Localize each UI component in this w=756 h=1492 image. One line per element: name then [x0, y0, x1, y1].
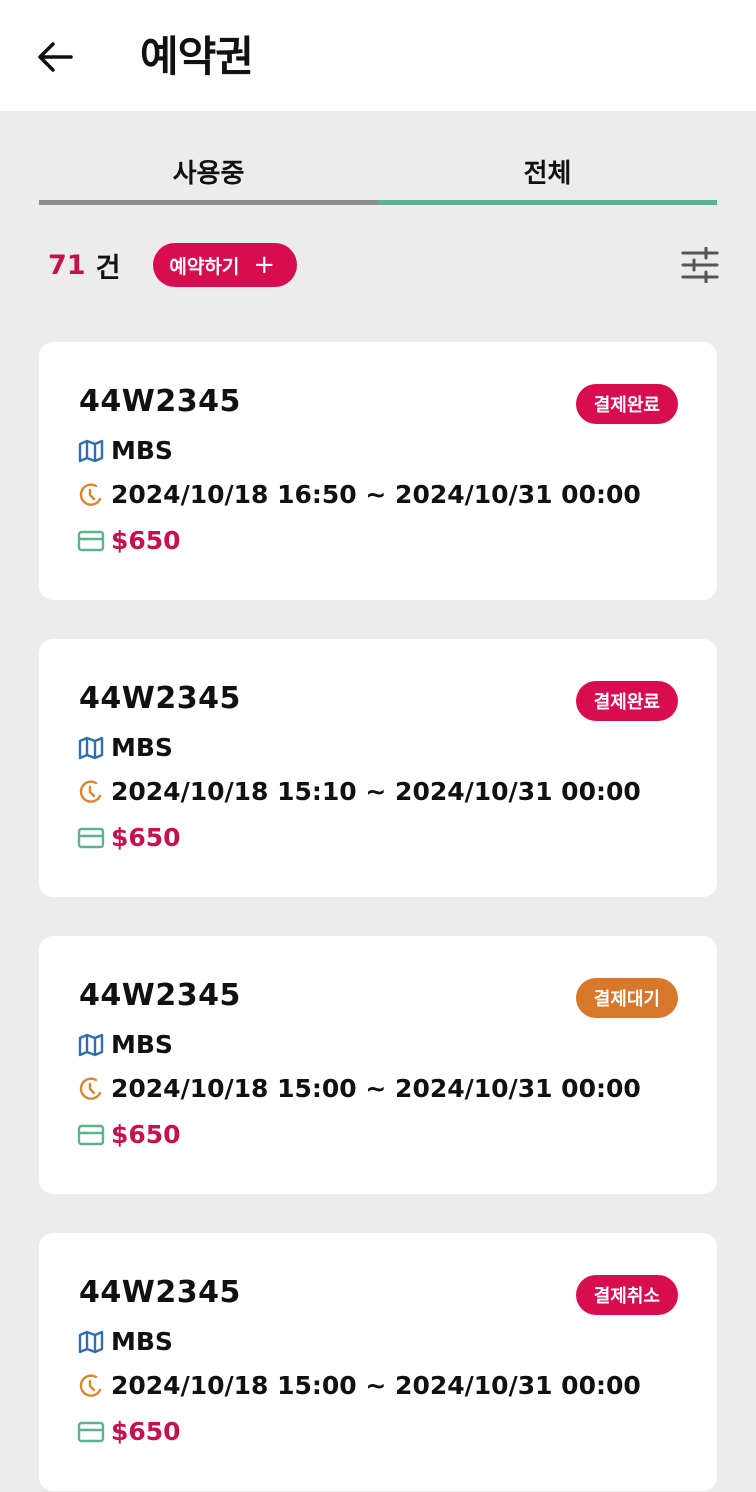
period-row: 2024/10/18 15:10 ~ 2024/10/31 00:00: [77, 777, 641, 806]
credit-card-icon: [77, 1121, 105, 1149]
reservation-card[interactable]: 44W2345 결제완료 MBS 2024/10/18 16:50 ~ 2024…: [39, 342, 717, 600]
price-text: $650: [111, 823, 181, 852]
reservation-count: 71: [48, 249, 86, 281]
reserve-button[interactable]: 예약하기 +: [153, 243, 298, 287]
location-row: MBS: [77, 1327, 173, 1356]
location-text: MBS: [111, 733, 173, 762]
summary-row: 71 건 예약하기 +: [48, 243, 298, 287]
status-badge: 결제완료: [575, 384, 678, 424]
clock-icon: [77, 481, 105, 509]
page-title: 예약권: [140, 32, 254, 81]
tab-all-indicator: [378, 200, 717, 205]
price-text: $650: [111, 526, 181, 555]
credit-card-icon: [77, 527, 105, 555]
clock-icon: [77, 1075, 105, 1103]
price-text: $650: [111, 1120, 181, 1149]
period-text: 2024/10/18 15:00 ~ 2024/10/31 00:00: [111, 1371, 641, 1400]
tab-all-label: 전체: [523, 159, 572, 189]
period-row: 2024/10/18 15:00 ~ 2024/10/31 00:00: [77, 1074, 641, 1103]
reservation-count-unit: 건: [95, 252, 121, 284]
plate-number: 44W2345: [79, 384, 241, 419]
map-icon: [77, 734, 105, 762]
status-badge: 결제대기: [575, 978, 678, 1018]
location-text: MBS: [111, 1030, 173, 1059]
price-text: $650: [111, 1417, 181, 1446]
period-row: 2024/10/18 15:00 ~ 2024/10/31 00:00: [77, 1371, 641, 1400]
period-text: 2024/10/18 16:50 ~ 2024/10/31 00:00: [111, 480, 641, 509]
plate-number: 44W2345: [79, 978, 241, 1013]
map-icon: [77, 437, 105, 465]
map-icon: [77, 1328, 105, 1356]
sliders-icon: [681, 247, 719, 283]
app-header: 예약권: [0, 0, 756, 111]
clock-icon: [77, 1372, 105, 1400]
filter-button[interactable]: [676, 242, 724, 288]
price-row: $650: [77, 1120, 181, 1149]
tab-all[interactable]: 전체: [378, 150, 717, 205]
tab-in-use-label: 사용중: [172, 159, 245, 189]
location-row: MBS: [77, 436, 173, 465]
reservation-card[interactable]: 44W2345 결제대기 MBS 2024/10/18 15:00 ~ 2024…: [39, 936, 717, 1194]
reservation-card[interactable]: 44W2345 결제취소 MBS 2024/10/18 15:00 ~ 2024…: [39, 1233, 717, 1491]
price-row: $650: [77, 823, 181, 852]
price-row: $650: [77, 526, 181, 555]
location-text: MBS: [111, 436, 173, 465]
back-button[interactable]: [30, 34, 80, 80]
credit-card-icon: [77, 1418, 105, 1446]
period-text: 2024/10/18 15:00 ~ 2024/10/31 00:00: [111, 1074, 641, 1103]
plate-number: 44W2345: [79, 1275, 241, 1310]
location-text: MBS: [111, 1327, 173, 1356]
period-text: 2024/10/18 15:10 ~ 2024/10/31 00:00: [111, 777, 641, 806]
plus-icon: +: [253, 250, 276, 280]
credit-card-icon: [77, 824, 105, 852]
tab-in-use[interactable]: 사용중: [39, 150, 378, 205]
tab-in-use-indicator: [39, 200, 378, 205]
status-badge: 결제취소: [575, 1275, 678, 1315]
arrow-left-icon: [38, 42, 73, 72]
plate-number: 44W2345: [79, 681, 241, 716]
reservation-card[interactable]: 44W2345 결제완료 MBS 2024/10/18 15:10 ~ 2024…: [39, 639, 717, 897]
location-row: MBS: [77, 733, 173, 762]
period-row: 2024/10/18 16:50 ~ 2024/10/31 00:00: [77, 480, 641, 509]
status-badge: 결제완료: [575, 681, 678, 721]
tab-bar: 사용중 전체: [39, 150, 717, 205]
location-row: MBS: [77, 1030, 173, 1059]
reserve-button-label: 예약하기: [169, 255, 240, 278]
clock-icon: [77, 778, 105, 806]
map-icon: [77, 1031, 105, 1059]
price-row: $650: [77, 1417, 181, 1446]
